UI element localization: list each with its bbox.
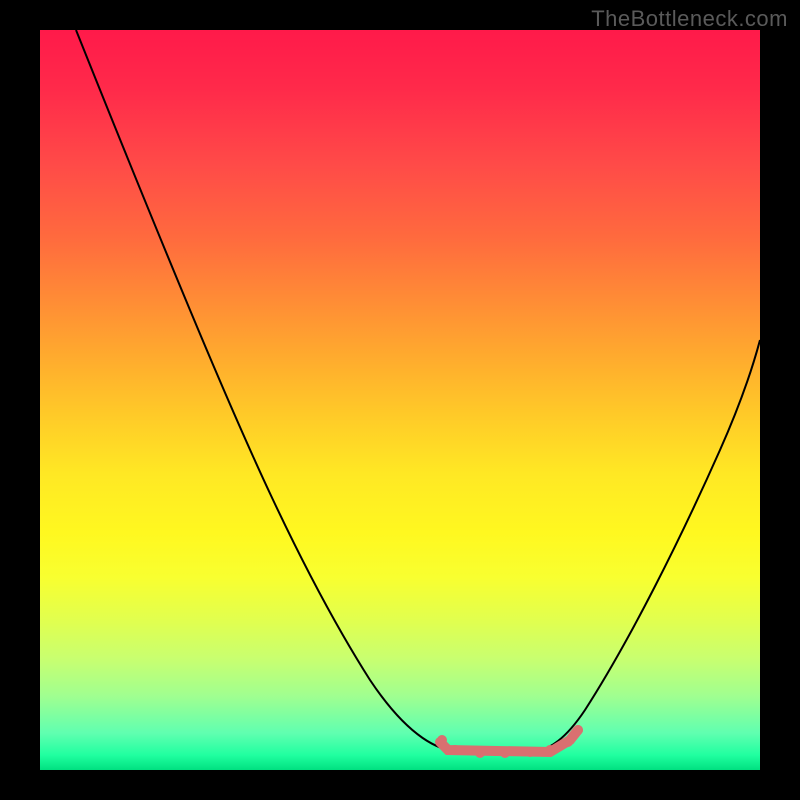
marker-dot [525, 747, 535, 757]
marker-dot [573, 725, 583, 735]
marker-dot [475, 748, 485, 758]
marker-dot [545, 745, 555, 755]
marker-dot [563, 737, 573, 747]
marker-dot [437, 735, 447, 745]
chart-plot-area [40, 30, 760, 770]
watermark-text: TheBottleneck.com [591, 6, 788, 32]
chart-svg [40, 30, 760, 770]
marker-dot [450, 745, 460, 755]
marker-dot [500, 748, 510, 758]
bottleneck-curve-line [76, 30, 760, 753]
